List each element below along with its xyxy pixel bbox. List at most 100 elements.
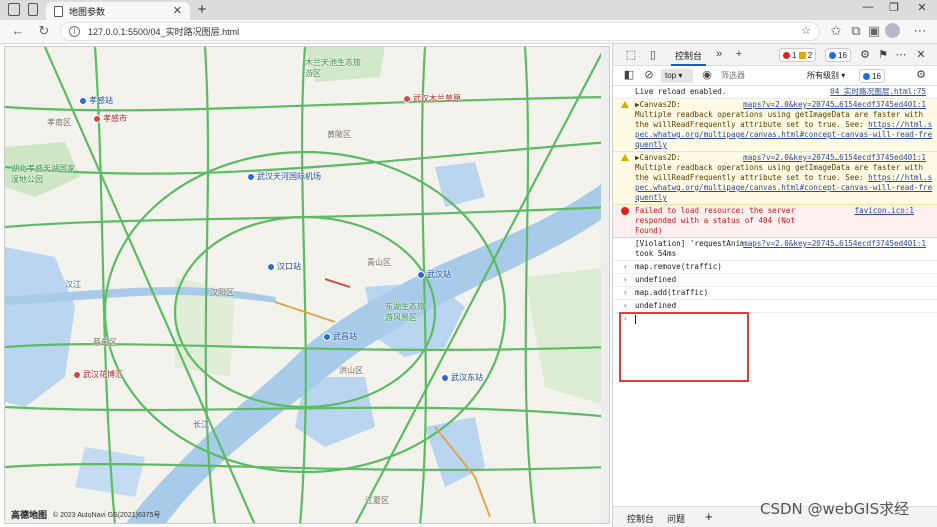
clear-console-icon[interactable]: ⊘ (641, 68, 657, 81)
error-icon (621, 207, 629, 215)
highlight-box (619, 312, 749, 382)
map-label-xiaonan: 孝南区 (47, 118, 71, 127)
input-prompt-icon: › (623, 288, 628, 297)
lake-area (435, 162, 485, 207)
messages-badge[interactable]: 16 (825, 48, 851, 62)
console-command: › map.remove(traffic) (613, 261, 937, 274)
map-label-mulan-tianchi: 木兰天池生态旅游区 (305, 58, 361, 78)
map-poi-hankou-station[interactable]: 汉口站 (267, 261, 301, 272)
result-arrow-icon: ‹ (623, 301, 628, 310)
map-copyright-text: © 2023 AutoNavi GS(2021)6375号 (53, 511, 161, 519)
map-label-huangpi: 黄陂区 (327, 130, 351, 139)
map-label-tianhu-wetland: 湖北孝感天湖国家湿地公园 (11, 164, 75, 184)
map-poi-wuchang-station[interactable]: 武昌站 (323, 331, 357, 342)
favorite-star-icon[interactable]: ☆ (801, 24, 811, 37)
map-label-caidian: 蔡甸区 (93, 338, 117, 347)
more-menu-icon[interactable]: ⋯ (912, 23, 928, 39)
page-favicon-icon (54, 5, 63, 17)
minimize-button[interactable]: — (856, 1, 880, 13)
tab-console[interactable]: 控制台 (671, 44, 707, 66)
map-poi-mulan-grassland[interactable]: 武汉木兰草原 (403, 93, 461, 104)
browser-tab[interactable]: 地图参数 ✕ (46, 2, 190, 20)
address-bar-row: ← ↻ i 127.0.0.1:5500/04_实时路况图层.html ☆ ✩ … (0, 20, 937, 44)
map-poi-huabohui[interactable]: 武汉花博汇 (73, 369, 123, 380)
collections-icon[interactable]: ⧉ (848, 23, 864, 39)
more-options-icon[interactable]: ⋯ (893, 48, 909, 61)
page-scrollbar[interactable] (601, 47, 609, 523)
map-poi-tianhe-airport[interactable]: 武汉天河国际机场 (247, 171, 321, 182)
back-arrow-icon[interactable]: ← (10, 23, 26, 38)
more-tabs-icon[interactable]: » (711, 48, 727, 60)
map-poi-xiaogan-city[interactable]: 孝感市 (93, 113, 127, 124)
live-expression-eye-icon[interactable]: ◉ (699, 68, 715, 81)
console-filter-input[interactable]: 筛选器 (721, 70, 745, 81)
warning-icon (621, 101, 629, 108)
tab-title: 地图参数 (69, 6, 106, 17)
traffic-map[interactable]: 孝感站 孝感市 武汉天河国际机场 武汉木兰草原 汉口站 武汉站 武昌站 武汉东站… (4, 46, 610, 524)
congested-roads (324, 278, 351, 288)
source-link[interactable]: favicon.ico:1 (855, 206, 914, 216)
map-copyright: 高德地图 © 2023 AutoNavi GS(2021)6375号 (11, 508, 161, 521)
amap-logo: 高德地图 (11, 510, 48, 520)
inspect-element-icon[interactable]: ⬚ (623, 48, 639, 61)
message-icon (829, 51, 836, 59)
maximize-button[interactable]: ❐ (882, 1, 906, 14)
device-toolbar-icon[interactable]: ▯ (645, 48, 661, 61)
browser-tab-strip: 地图参数 ✕ + — ❐ ✕ (0, 0, 937, 20)
console-output[interactable]: Live reload enabled. 04_实时路况图层.html:75 ▶… (613, 86, 937, 506)
green-area (525, 267, 609, 407)
context-select[interactable]: top ▾ (661, 69, 693, 83)
url-text: 127.0.0.1:5500/04_实时路况图层.html (88, 27, 240, 37)
extensions-icon[interactable]: ▣ (866, 23, 882, 39)
source-link[interactable]: maps?v=2.0&key=20745…6154ecdf3745ed401:1 (743, 153, 926, 163)
close-devtools-icon[interactable]: ✕ (913, 48, 929, 61)
map-label-hongshan: 洪山区 (339, 366, 363, 375)
profile-avatar[interactable] (885, 23, 900, 38)
error-icon (783, 51, 790, 59)
drawer-tab-console[interactable]: 控制台 (627, 512, 654, 527)
result-arrow-icon: ‹ (623, 275, 628, 284)
feedback-icon[interactable]: ⚑ (875, 48, 891, 61)
settings-gear-icon[interactable]: ⚙ (857, 48, 873, 61)
source-link[interactable]: maps?v=2.0&key=20745…6154ecdf3745ed401:1 (743, 239, 926, 249)
favorites-icon[interactable]: ✩ (828, 23, 844, 39)
sidebar-toggle-icon[interactable]: ◧ (621, 68, 637, 81)
console-warning: ▶Canvas2D: maps?v=2.0&key=20745…6154ecdf3… (613, 99, 937, 152)
map-poi-xiaogan-station[interactable]: 孝感站 (79, 95, 113, 106)
close-tab-icon[interactable]: ✕ (173, 4, 182, 17)
new-tab-button[interactable]: + (194, 1, 210, 18)
console-message: Live reload enabled. 04_实时路况图层.html:75 (613, 86, 937, 99)
reload-icon[interactable]: ↻ (36, 23, 52, 39)
csdn-watermark: CSDN @webGIS求经 (760, 500, 910, 518)
map-label-hanyang: 汉阳区 (210, 288, 234, 297)
map-poi-wuhan-east-station[interactable]: 武汉东站 (441, 372, 483, 383)
add-tab-icon[interactable]: + (731, 48, 747, 60)
console-violation: [Violation] 'requestAnimationFrame' hand… (613, 238, 937, 261)
warning-icon (798, 51, 806, 59)
address-bar[interactable]: i 127.0.0.1:5500/04_实时路况图层.html ☆ (60, 22, 820, 41)
source-link[interactable]: maps?v=2.0&key=20745…6154ecdf3745ed401:1 (743, 100, 926, 110)
map-label-qingshan: 青山区 (367, 258, 391, 267)
workspaces-icon[interactable] (8, 3, 20, 16)
warning-icon (621, 154, 629, 161)
add-drawer-tab-icon[interactable]: + (705, 509, 713, 524)
drawer-tab-issues[interactable]: 问题 (667, 512, 685, 525)
map-label-yangtze: 长江 (193, 420, 209, 429)
source-link[interactable]: 04_实时路况图层.html:75 (830, 87, 926, 97)
console-command: › map.add(traffic) (613, 287, 937, 300)
log-levels-select[interactable]: 所有级别 ▾ (807, 70, 845, 81)
console-settings-icon[interactable]: ⚙ (913, 68, 929, 81)
map-poi-wuhan-station[interactable]: 武汉站 (417, 269, 451, 280)
console-result: ‹ undefined (613, 274, 937, 287)
error-warning-badge[interactable]: 1 2 (779, 48, 817, 62)
map-label-han-river: 汉江 (65, 280, 81, 289)
map-label-east-lake: 东湖生态旅游风景区 (385, 302, 425, 322)
console-toolbar: ◧ ⊘ top ▾ ◉ 筛选器 所有级别 ▾ 16 ⚙ (613, 66, 937, 86)
tab-actions-icon[interactable] (28, 3, 38, 16)
console-warning: ▶Canvas2D: maps?v=2.0&key=20745…6154ecdf3… (613, 152, 937, 205)
levels-count-badge: 16 (859, 69, 885, 83)
message-icon (863, 72, 870, 80)
site-info-icon[interactable]: i (69, 26, 80, 37)
input-prompt-icon: › (623, 262, 628, 271)
close-window-button[interactable]: ✕ (910, 1, 934, 14)
